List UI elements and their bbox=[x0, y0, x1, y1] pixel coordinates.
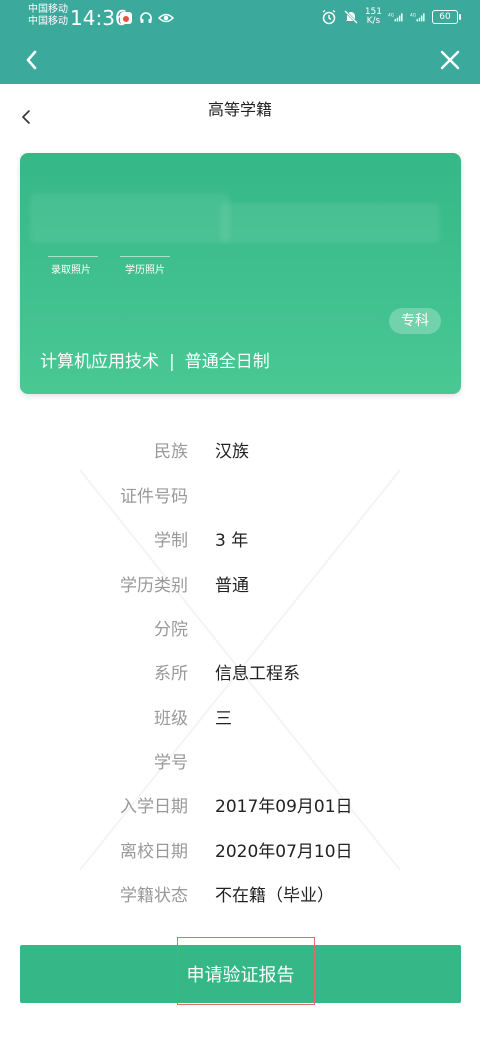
redacted-name-area bbox=[30, 193, 230, 243]
notification-icons bbox=[118, 10, 174, 26]
carrier-info: 中国移动 中国移动 bbox=[28, 4, 68, 28]
info-label: 系所 bbox=[154, 664, 188, 684]
major-line: 计算机应用技术 | 普通全日制 bbox=[40, 347, 270, 372]
info-value: 普通 bbox=[215, 576, 249, 596]
info-label: 证件号码 bbox=[120, 487, 188, 507]
education-level-badge: 专科 bbox=[389, 308, 441, 334]
redacted-info-area bbox=[220, 203, 440, 243]
info-row-ethnicity: 民族 汉族 bbox=[0, 437, 480, 467]
info-value: 3 年 bbox=[215, 531, 249, 551]
photo-divider-2 bbox=[120, 256, 170, 257]
network-speed: 151 K/s bbox=[365, 8, 382, 26]
info-row-branch: 分院 bbox=[0, 615, 480, 645]
close-icon[interactable] bbox=[438, 48, 462, 72]
eye-icon bbox=[158, 10, 174, 26]
info-value: 不在籍（毕业） bbox=[215, 886, 334, 906]
svg-text:4G: 4G bbox=[410, 12, 417, 18]
status-bar: 中国移动 中国移动 14:36 151 K/s 4G 4G 60 bbox=[0, 0, 480, 36]
app-header-bar: 中国移动 中国移动 14:36 151 K/s 4G 4G 60 bbox=[0, 0, 480, 84]
info-label: 学制 bbox=[154, 531, 188, 551]
battery-indicator: 60 bbox=[432, 10, 461, 24]
student-card: 录取照片 学历照片 专科 计算机应用技术 | 普通全日制 bbox=[20, 153, 461, 394]
info-label: 班级 bbox=[154, 709, 188, 729]
info-value: 三 bbox=[215, 709, 232, 729]
info-label: 学号 bbox=[154, 753, 188, 773]
admission-photo-link[interactable]: 录取照片 bbox=[51, 261, 91, 276]
info-row-leave-date: 离校日期 2020年07月10日 bbox=[0, 837, 480, 867]
info-label: 学籍状态 bbox=[120, 886, 188, 906]
back-arrow-icon[interactable] bbox=[20, 46, 44, 74]
info-value: 2020年07月10日 bbox=[215, 842, 353, 862]
major-name: 计算机应用技术 bbox=[40, 352, 159, 372]
info-row-enrollment-date: 入学日期 2017年09月01日 bbox=[0, 792, 480, 822]
signal-4g-icon-2: 4G bbox=[410, 9, 426, 25]
degree-photo-link[interactable]: 学历照片 bbox=[125, 261, 165, 276]
info-label: 民族 bbox=[154, 442, 188, 462]
headphones-icon bbox=[138, 10, 154, 26]
carrier-label-2: 中国移动 bbox=[28, 16, 68, 27]
info-value: 2017年09月01日 bbox=[215, 797, 353, 817]
carrier-label-1: 中国移动 bbox=[28, 4, 68, 15]
info-label: 分院 bbox=[154, 620, 188, 640]
info-row-duration: 学制 3 年 bbox=[0, 526, 480, 556]
info-row-class: 班级 三 bbox=[0, 704, 480, 734]
mute-bell-icon bbox=[343, 9, 359, 25]
info-row-id-number: 证件号码 bbox=[0, 482, 480, 512]
info-label: 离校日期 bbox=[120, 842, 188, 862]
alarm-icon bbox=[321, 9, 337, 25]
system-icons: 151 K/s 4G 4G 60 bbox=[321, 8, 461, 26]
info-row-status: 学籍状态 不在籍（毕业） bbox=[0, 881, 480, 911]
info-row-education-type: 学历类别 普通 bbox=[0, 571, 480, 601]
network-speed-unit: K/s bbox=[366, 16, 381, 26]
apply-verification-report-button[interactable]: 申请验证报告 bbox=[20, 945, 461, 1003]
photo-divider-1 bbox=[48, 256, 98, 257]
signal-4g-icon-1: 4G bbox=[388, 9, 404, 25]
info-label: 入学日期 bbox=[120, 797, 188, 817]
page-title: 高等学籍 bbox=[207, 100, 272, 119]
weibo-icon bbox=[118, 10, 134, 26]
info-label: 学历类别 bbox=[120, 576, 188, 596]
study-mode: 普通全日制 bbox=[184, 352, 270, 372]
info-value: 信息工程系 bbox=[215, 664, 300, 684]
major-separator: | bbox=[169, 352, 175, 372]
info-value: 汉族 bbox=[215, 442, 249, 462]
info-row-department: 系所 信息工程系 bbox=[0, 659, 480, 689]
svg-text:4G: 4G bbox=[388, 12, 395, 18]
info-row-student-id: 学号 bbox=[0, 748, 480, 778]
